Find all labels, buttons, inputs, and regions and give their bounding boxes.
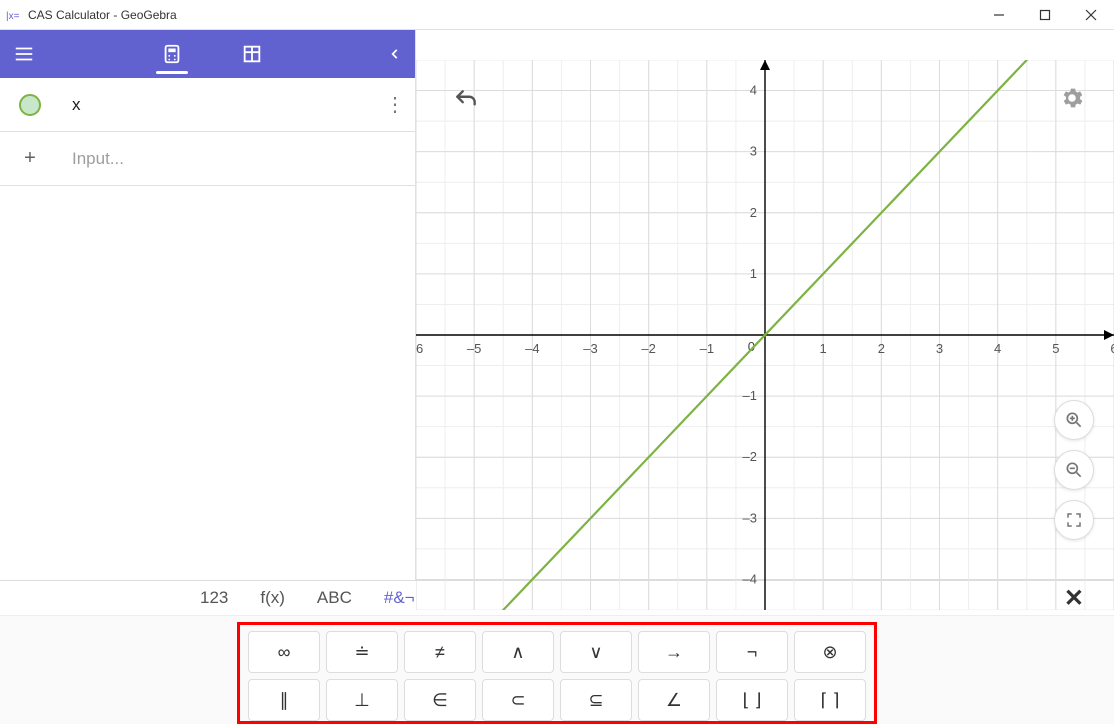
- tab-table[interactable]: [228, 30, 276, 78]
- svg-text:–3: –3: [583, 341, 597, 356]
- key-2[interactable]: ≠: [404, 631, 476, 673]
- svg-text:–3: –3: [743, 510, 757, 525]
- title-bar: |x= CAS Calculator - GeoGebra: [0, 0, 1114, 30]
- svg-text:–5: –5: [467, 341, 481, 356]
- settings-button[interactable]: [1050, 76, 1094, 120]
- svg-text:|x=: |x=: [6, 11, 20, 22]
- svg-text:1: 1: [750, 266, 757, 281]
- visibility-toggle[interactable]: [0, 94, 60, 116]
- add-row-button[interactable]: +: [0, 147, 60, 170]
- window-title: CAS Calculator - GeoGebra: [28, 8, 177, 22]
- keyboard-highlight: ∞≐≠∧∨→¬⊗ ∥⊥∈⊂⊆∠⌊ ⌋⌈ ⌉: [237, 622, 877, 724]
- kb-tab-fx[interactable]: f(x): [260, 588, 285, 608]
- key-6[interactable]: ¬: [716, 631, 788, 673]
- menu-button[interactable]: [0, 30, 48, 78]
- svg-text:6: 6: [1110, 341, 1114, 356]
- svg-text:–1: –1: [700, 341, 714, 356]
- svg-text:5: 5: [1052, 341, 1059, 356]
- svg-text:–1: –1: [743, 388, 757, 403]
- graph-canvas[interactable]: –6–5–4–3–2–10123456–4–3–2–11234: [416, 60, 1114, 610]
- zoom-in-button[interactable]: [1054, 400, 1094, 440]
- graph-view[interactable]: –6–5–4–3–2–10123456–4–3–2–11234: [416, 30, 1114, 580]
- kb-tab-123[interactable]: 123: [200, 588, 228, 608]
- tab-cas[interactable]: [148, 30, 196, 78]
- minimize-button[interactable]: [976, 0, 1022, 30]
- keyboard-key-grid: ∞≐≠∧∨→¬⊗ ∥⊥∈⊂⊆∠⌊ ⌋⌈ ⌉: [248, 631, 866, 721]
- key-3[interactable]: ∧: [482, 631, 554, 673]
- key-14[interactable]: ⌊ ⌋: [716, 679, 788, 721]
- svg-text:4: 4: [750, 83, 757, 98]
- svg-text:2: 2: [878, 341, 885, 356]
- input-placeholder[interactable]: Input...: [60, 149, 415, 169]
- zoom-out-button[interactable]: [1054, 450, 1094, 490]
- close-window-button[interactable]: [1068, 0, 1114, 30]
- maximize-button[interactable]: [1022, 0, 1068, 30]
- key-13[interactable]: ∠: [638, 679, 710, 721]
- key-15[interactable]: ⌈ ⌉: [794, 679, 866, 721]
- svg-text:–6: –6: [416, 341, 423, 356]
- kb-tab-abc[interactable]: ABC: [317, 588, 352, 608]
- key-0[interactable]: ∞: [248, 631, 320, 673]
- key-9[interactable]: ⊥: [326, 679, 398, 721]
- key-10[interactable]: ∈: [404, 679, 476, 721]
- input-row[interactable]: + Input...: [0, 132, 415, 186]
- collapse-panel-button[interactable]: [375, 30, 415, 78]
- svg-text:2: 2: [750, 205, 757, 220]
- expression-content: x: [60, 95, 375, 115]
- svg-text:–2: –2: [743, 449, 757, 464]
- key-11[interactable]: ⊂: [482, 679, 554, 721]
- svg-text:–4: –4: [743, 571, 757, 586]
- key-12[interactable]: ⊆: [560, 679, 632, 721]
- undo-button[interactable]: [446, 80, 486, 120]
- algebra-panel: x ⋮ + Input...: [0, 30, 416, 580]
- svg-text:–4: –4: [525, 341, 539, 356]
- svg-text:3: 3: [750, 144, 757, 159]
- main-area: x ⋮ + Input... –6–5–4–3–2–10123456–4–3–2…: [0, 30, 1114, 580]
- svg-text:3: 3: [936, 341, 943, 356]
- panel-header: [0, 30, 415, 78]
- svg-text:4: 4: [994, 341, 1001, 356]
- expression-row[interactable]: x ⋮: [0, 78, 415, 132]
- fullscreen-button[interactable]: [1054, 500, 1094, 540]
- svg-text:–2: –2: [641, 341, 655, 356]
- row-more-icon[interactable]: ⋮: [375, 92, 415, 117]
- key-1[interactable]: ≐: [326, 631, 398, 673]
- svg-text:1: 1: [820, 341, 827, 356]
- key-7[interactable]: ⊗: [794, 631, 866, 673]
- key-4[interactable]: ∨: [560, 631, 632, 673]
- kb-tab-symbols[interactable]: #&¬: [384, 588, 415, 608]
- app-icon: |x=: [6, 7, 22, 23]
- key-8[interactable]: ∥: [248, 679, 320, 721]
- key-5[interactable]: →: [638, 631, 710, 673]
